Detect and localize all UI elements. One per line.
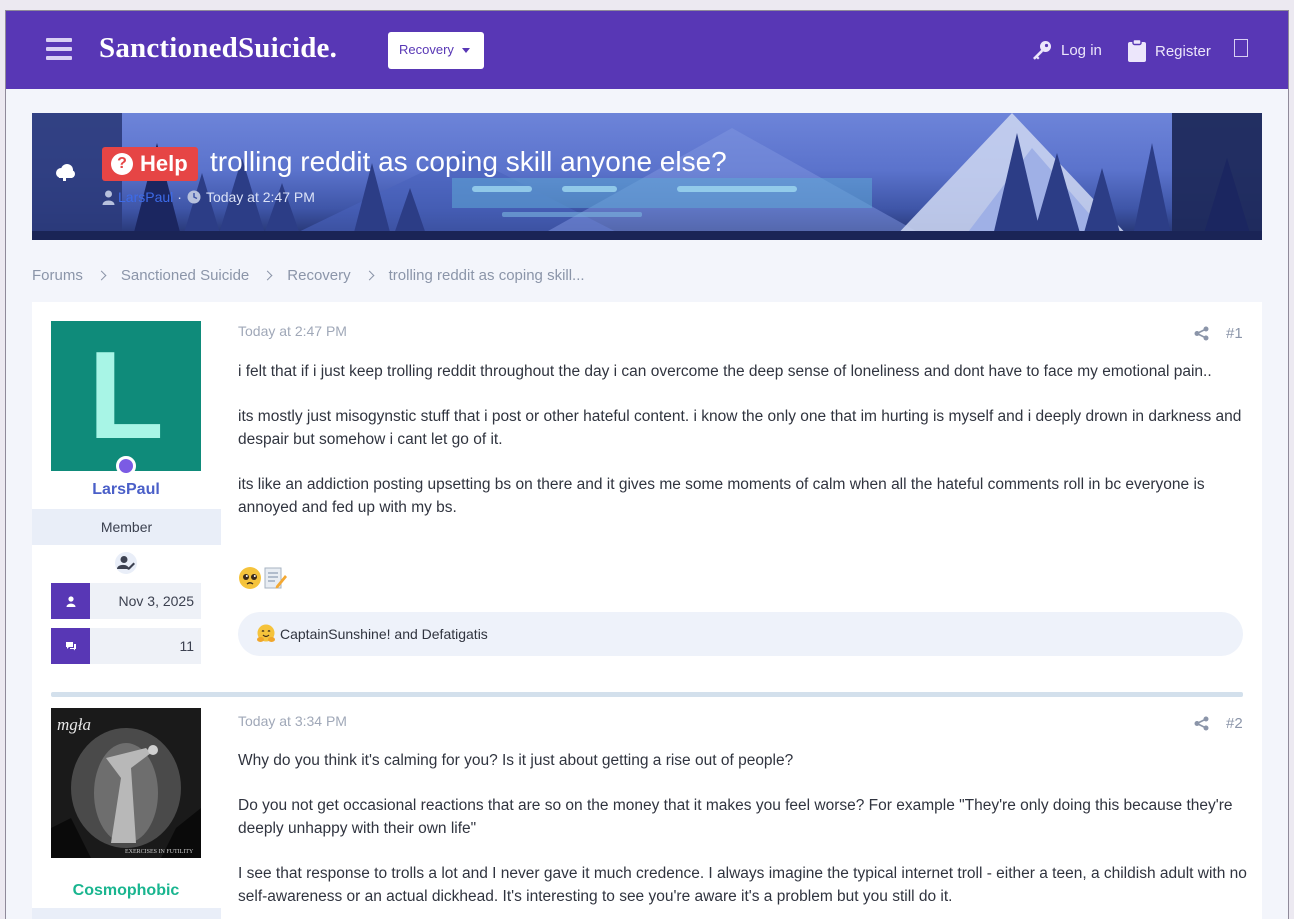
online-status-indicator: [116, 456, 136, 476]
thread-time: Today at 2:47 PM: [205, 189, 315, 205]
meta-separator: ·: [177, 189, 182, 205]
post-paragraph: its like an addiction posting upsetting …: [238, 476, 1205, 516]
login-link[interactable]: Log in: [1031, 39, 1102, 61]
post-number-link[interactable]: #1: [1226, 325, 1243, 342]
login-label: Log in: [1061, 41, 1102, 59]
question-icon: ?: [111, 153, 133, 175]
user-edit-icon: [115, 552, 137, 574]
breadcrumb-thread[interactable]: trolling reddit as coping skill...: [389, 267, 585, 284]
share-icon[interactable]: [1194, 716, 1209, 731]
prefix-label: Help: [140, 151, 188, 176]
comments-icon: [65, 642, 76, 651]
breadcrumb: Forums Sanctioned Suicide Recovery troll…: [32, 267, 585, 284]
avatar[interactable]: mgła EXERCISES IN FUTILITY: [51, 708, 201, 858]
register-label: Register: [1155, 42, 1211, 60]
post-username[interactable]: LarsPaul: [51, 481, 201, 499]
cloud-icon: [56, 164, 75, 181]
thread-title: trolling reddit as coping skill anyone e…: [210, 146, 727, 177]
site-logo[interactable]: SanctionedSuicide.: [99, 32, 337, 65]
chevron-right-icon: [262, 270, 273, 281]
thread-banner: ? Help trolling reddit as coping skill a…: [32, 113, 1262, 240]
user-icon: [66, 595, 75, 607]
search-icon[interactable]: [1234, 39, 1248, 57]
clipboard-icon: [1128, 39, 1146, 62]
message-count: 11: [179, 638, 194, 654]
clock-icon: [187, 190, 201, 204]
reactions-list: CaptainSunshine! and Defatigatis: [280, 626, 488, 642]
browser-frame: SanctionedSuicide. Recovery Log in Regis…: [5, 10, 1289, 919]
forum-select[interactable]: Recovery: [388, 32, 484, 69]
share-icon[interactable]: [1194, 326, 1209, 341]
post-number-link[interactable]: #2: [1226, 715, 1243, 732]
thread-meta: LarsPaul · Today at 2:47 PM: [102, 189, 315, 205]
caret-down-icon: [462, 48, 470, 53]
reactions-bar[interactable]: CaptainSunshine! and Defatigatis: [238, 612, 1243, 656]
avatar-band-logo: mgła: [57, 715, 91, 734]
key-icon: [1033, 41, 1051, 60]
user-title: Member: [32, 509, 221, 545]
post-paragraph: Do you not get occasional reactions that…: [238, 797, 1233, 837]
menu-icon[interactable]: [46, 38, 72, 60]
forum-select-label: Recovery: [399, 42, 454, 57]
messages-stat: 11: [51, 628, 201, 664]
chevron-right-icon: [96, 270, 107, 281]
joined-date: Nov 3, 2025: [118, 593, 195, 609]
user-title: Dead: [32, 908, 221, 919]
emoji-row: [238, 566, 288, 590]
header-bar: SanctionedSuicide. Recovery Log in Regis…: [6, 11, 1288, 89]
post-content: Why do you think it's calming for you? I…: [238, 749, 1248, 919]
post-date[interactable]: Today at 2:47 PM: [238, 323, 347, 339]
post-content: i felt that if i just keep trolling redd…: [238, 360, 1248, 541]
breadcrumb-forums[interactable]: Forums: [32, 267, 83, 284]
user-icon: [102, 190, 115, 205]
post-divider: [51, 692, 1243, 697]
joined-stat: Nov 3, 2025: [51, 583, 201, 619]
memo-icon: [264, 567, 287, 589]
avatar[interactable]: L: [51, 321, 201, 471]
breadcrumb-sanctioned-suicide[interactable]: Sanctioned Suicide: [121, 267, 249, 284]
thread-author-link[interactable]: LarsPaul: [118, 189, 173, 205]
prefix-help-badge[interactable]: ? Help: [102, 147, 198, 181]
breadcrumb-recovery[interactable]: Recovery: [287, 267, 350, 284]
avatar-artwork: mgła EXERCISES IN FUTILITY: [51, 708, 201, 858]
post-date[interactable]: Today at 3:34 PM: [238, 713, 347, 729]
post-paragraph: Why do you think it's calming for you? I…: [238, 752, 794, 769]
chevron-right-icon: [364, 270, 375, 281]
post-username[interactable]: Cosmophobic: [51, 882, 201, 900]
avatar-caption: EXERCISES IN FUTILITY: [125, 849, 194, 855]
post-paragraph: i felt that if i just keep trolling redd…: [238, 363, 1212, 380]
pleading-face-icon: [239, 567, 261, 589]
post-paragraph: its mostly just misogynstic stuff that i…: [238, 408, 1242, 448]
post-list: L LarsPaul Member Nov 3, 2025 11 Today a…: [32, 302, 1262, 919]
hugging-face-icon: [257, 624, 275, 642]
register-link[interactable]: Register: [1127, 39, 1211, 63]
post-paragraph: I see that response to trolls a lot and …: [238, 865, 1247, 905]
